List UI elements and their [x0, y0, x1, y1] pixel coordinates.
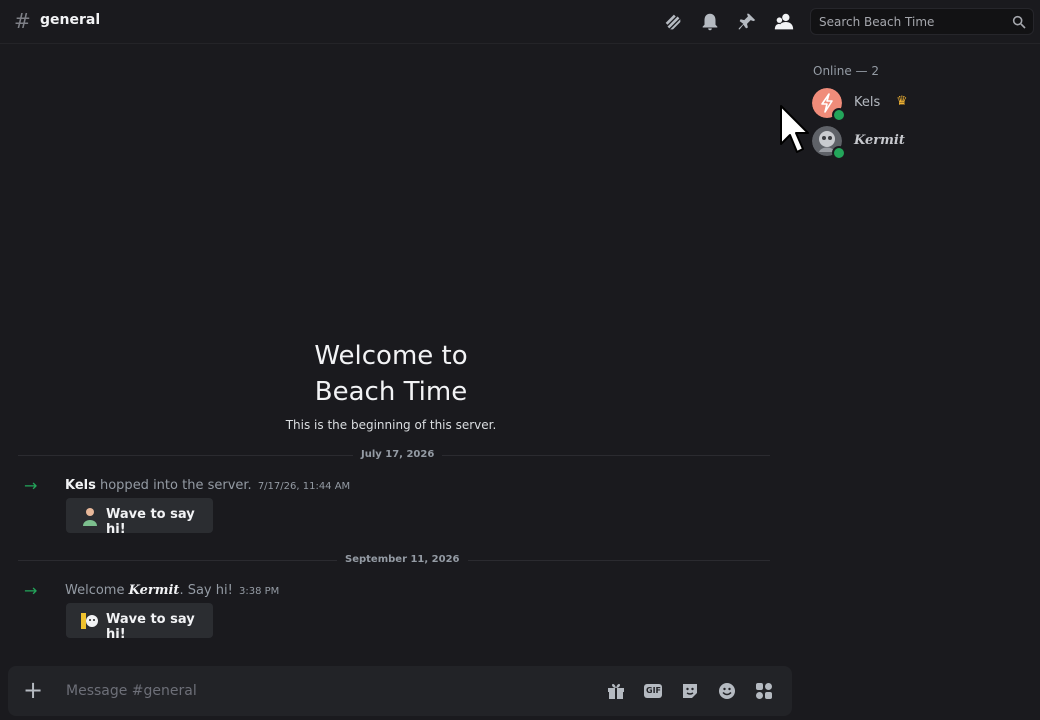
system-message: Kels hopped into the server. 7/17/26, 11… [65, 478, 350, 493]
message-text: . Say hi! [179, 583, 233, 598]
message-text: hopped into the server. [95, 478, 252, 493]
search-icon [1012, 15, 1026, 29]
channel-hash-icon: # [14, 9, 31, 33]
welcome-title-line2: Beach Time [314, 377, 468, 407]
message-username[interactable]: Kels [65, 478, 96, 493]
gift-icon[interactable] [606, 681, 626, 701]
member-kels[interactable]: Kels ♛ [812, 88, 1032, 124]
member-name: Kels [854, 95, 881, 110]
date-divider-label: September 11, 2026 [337, 554, 468, 565]
wave-button-label: Wave to say hi! [106, 507, 195, 537]
welcome-subtitle: This is the beginning of this server. [285, 418, 497, 432]
message-input[interactable]: Message #general [66, 683, 197, 699]
wave-button[interactable]: Wave to say hi! [66, 498, 213, 537]
join-arrow-icon: → [24, 581, 38, 600]
gif-icon-text: GIF [646, 686, 662, 695]
system-message: Welcome Kermit. Say hi! 3:38 PM [65, 583, 279, 598]
sticker-icon[interactable] [680, 681, 700, 701]
welcome-title: Welcome to Beach Time [270, 338, 512, 410]
search-placeholder: Search Beach Time [819, 15, 935, 29]
message-username[interactable]: Kermit [129, 583, 180, 598]
add-attachment-icon[interactable]: + [23, 678, 43, 702]
channel-header: # general Search Beach Time [0, 0, 1040, 44]
welcome-title-line1: Welcome to [314, 341, 468, 371]
emoji-icon[interactable] [717, 681, 737, 701]
online-status-dot [832, 146, 846, 160]
wave-button-label: Wave to say hi! [106, 612, 195, 642]
member-list: Online — 2 Kels ♛ Kermit [798, 44, 1040, 720]
gif-icon[interactable]: GIF [643, 681, 663, 701]
online-status-dot [832, 108, 846, 122]
message-composer[interactable]: + Message #general GIF [8, 666, 792, 716]
wave-sticker-icon [83, 508, 97, 526]
message-prefix: Welcome [65, 583, 129, 598]
pin-icon[interactable] [736, 11, 758, 33]
search-input[interactable]: Search Beach Time [810, 8, 1034, 35]
apps-icon[interactable] [754, 681, 774, 701]
member-name: Kermit [854, 133, 905, 148]
join-arrow-icon: → [24, 476, 38, 495]
threads-icon[interactable] [662, 11, 684, 33]
message-timestamp: 7/17/26, 11:44 AM [257, 481, 351, 492]
members-online-heading: Online — 2 [813, 64, 879, 78]
date-divider-label: July 17, 2026 [353, 449, 443, 460]
wave-sticker-icon [81, 613, 98, 629]
owner-crown-icon: ♛ [896, 94, 908, 109]
channel-name: general [40, 12, 101, 28]
message-timestamp: 3:38 PM [238, 586, 280, 597]
mouse-cursor-icon [780, 105, 809, 153]
members-icon[interactable] [773, 11, 795, 33]
wave-button[interactable]: Wave to say hi! [66, 603, 213, 642]
bell-icon[interactable] [699, 11, 721, 33]
member-kermit[interactable]: Kermit [812, 126, 1032, 162]
